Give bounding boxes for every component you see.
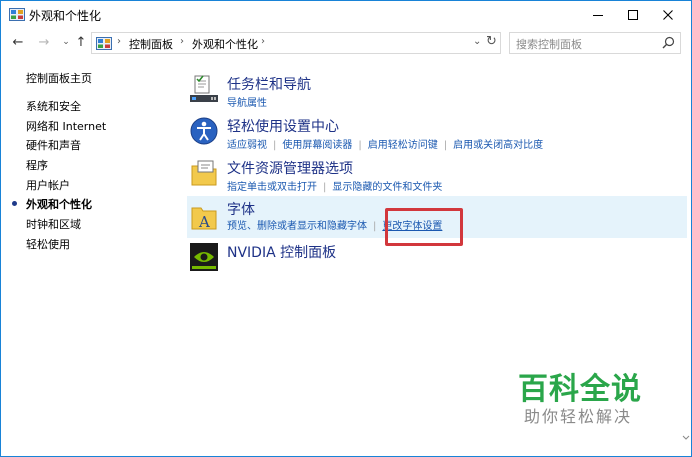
category-title-nvidia[interactable]: NVIDIA 控制面板 [227, 242, 336, 262]
breadcrumb-control-panel[interactable]: 控制面板 [129, 36, 173, 52]
search-icon[interactable] [662, 36, 675, 49]
maximize-icon [628, 10, 638, 20]
address-bar[interactable]: › 控制面板 › 外观和个性化 › ⌄ ↻ [91, 32, 501, 54]
link-access-keys[interactable]: 启用轻松访问键 [368, 140, 438, 151]
link-low-vision[interactable]: 适应弱视 [227, 140, 267, 151]
sidebar-item-programs[interactable]: 程序 [26, 157, 48, 173]
breadcrumb-separator-icon[interactable]: › [261, 36, 265, 47]
breadcrumb-appearance[interactable]: 外观和个性化 [192, 36, 258, 52]
sidebar-item-user-accounts[interactable]: 用户帐户 [26, 177, 70, 193]
navigation-bar: ← → ⌄ ↑ › 控制面板 › 外观和个性化 › ⌄ ↻ 搜索控制面板 [1, 29, 691, 57]
category-links-taskbar: 导航属性 [227, 94, 267, 109]
sidebar-item-network[interactable]: 网络和 Internet [26, 118, 106, 134]
category-links-ease-of-access: 适应弱视 | 使用屏幕阅读器 | 启用轻松访问键 | 启用或关闭高对比度 [227, 140, 544, 151]
sidebar-item-system-security[interactable]: 系统和安全 [26, 98, 81, 114]
control-panel-icon [96, 37, 112, 50]
search-box[interactable]: 搜索控制面板 [509, 32, 681, 54]
sidebar-item-ease-of-access[interactable]: 轻松使用 [26, 236, 70, 252]
category-ease-of-access: 轻松使用设置中心 适应弱视 | 使用屏幕阅读器 | 启用轻松访问键 | 启用或关闭高对比度 [187, 114, 687, 151]
category-title-taskbar[interactable]: 任务栏和导航 [227, 74, 311, 94]
category-taskbar: 任务栏和导航 导航属性 [187, 72, 687, 109]
forward-arrow-icon[interactable]: → [36, 34, 52, 50]
ease-of-access-icon [190, 117, 218, 145]
search-placeholder[interactable]: 搜索控制面板 [516, 36, 582, 52]
watermark-title: 百科全说 [518, 372, 642, 407]
watermark-subtitle: 助你轻松解决 [524, 407, 633, 426]
title-bar: 外观和个性化 [1, 1, 691, 29]
sidebar-item-clock-region[interactable]: 时钟和区域 [26, 216, 81, 232]
nvidia-icon [190, 243, 218, 271]
fonts-folder-icon: A [191, 207, 217, 231]
minimize-icon [593, 15, 603, 16]
link-navigation-properties[interactable]: 导航属性 [227, 98, 267, 109]
breadcrumb-separator-icon[interactable]: › [180, 36, 184, 47]
up-arrow-icon[interactable]: ↑ [73, 34, 89, 50]
category-file-explorer: 文件资源管理器选项 指定单击或双击打开 | 显示隐藏的文件和文件夹 [187, 156, 687, 193]
category-title-file-explorer[interactable]: 文件资源管理器选项 [227, 158, 353, 178]
address-dropdown-icon[interactable]: ⌄ [473, 36, 481, 47]
folder-options-icon [191, 160, 217, 186]
control-panel-icon [9, 8, 25, 21]
annotation-highlight-box [385, 208, 463, 246]
link-single-double-click[interactable]: 指定单击或双击打开 [227, 182, 317, 193]
active-bullet-icon [12, 201, 17, 206]
refresh-icon[interactable]: ↻ [486, 34, 497, 49]
window-title: 外观和个性化 [29, 9, 102, 23]
close-button[interactable] [645, 1, 691, 29]
breadcrumb-separator-icon[interactable]: › [117, 36, 121, 47]
category-title-ease-of-access[interactable]: 轻松使用设置中心 [227, 116, 339, 136]
close-icon [663, 10, 673, 20]
sidebar-item-hardware-sound[interactable]: 硬件和声音 [26, 137, 81, 153]
link-high-contrast[interactable]: 启用或关闭高对比度 [453, 140, 543, 151]
window-frame: 外观和个性化 ← → ⌄ ↑ › 控制面板 › 外观和个性化 › ⌄ ↻ 搜索控… [0, 0, 692, 457]
category-links-file-explorer: 指定单击或双击打开 | 显示隐藏的文件和文件夹 [227, 182, 443, 193]
recent-locations-chevron-icon[interactable]: ⌄ [58, 34, 74, 50]
sidebar-item-appearance[interactable]: 外观和个性化 [26, 196, 92, 212]
sidebar-home-link[interactable]: 控制面板主页 [26, 70, 92, 86]
category-title-fonts[interactable]: 字体 [227, 199, 255, 219]
svg-text:A: A [198, 213, 210, 231]
scroll-down-icon[interactable] [682, 416, 690, 442]
link-preview-delete-fonts[interactable]: 预览、删除或者显示和隐藏字体 [227, 221, 367, 232]
back-arrow-icon[interactable]: ← [10, 34, 26, 50]
taskbar-icon [190, 75, 218, 102]
link-show-hidden-files[interactable]: 显示隐藏的文件和文件夹 [332, 182, 442, 193]
link-screen-reader[interactable]: 使用屏幕阅读器 [282, 140, 352, 151]
